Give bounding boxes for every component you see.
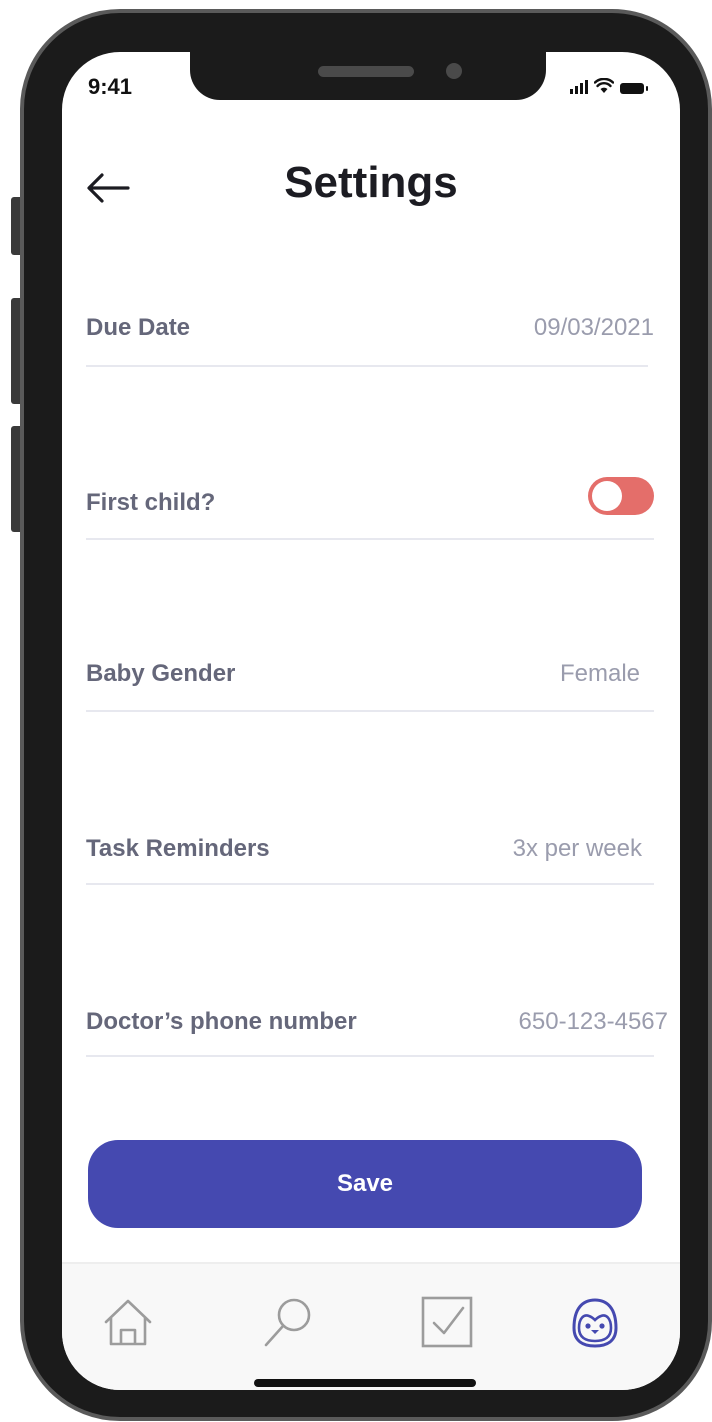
setting-label: Doctor’s phone number [86, 1008, 357, 1035]
battery-icon [620, 83, 648, 94]
app-screen: 9:41 Settings Due Date 09/03/2021 First … [62, 52, 680, 1390]
penguin-icon[interactable] [565, 1292, 625, 1352]
home-indicator[interactable] [254, 1379, 476, 1387]
setting-baby-gender[interactable]: Baby Gender Female [86, 660, 654, 700]
status-time: 9:41 [88, 74, 133, 99]
baby-gender-value[interactable]: Female [560, 660, 640, 688]
phone-notch [190, 52, 546, 100]
task-reminders-value[interactable]: 3x per week [513, 835, 642, 863]
search-icon[interactable] [258, 1292, 318, 1352]
setting-label: First child? [86, 489, 216, 516]
page-title: Settings [284, 158, 458, 207]
speaker-grille [318, 66, 414, 77]
front-camera [446, 63, 462, 79]
setting-due-date[interactable]: Due Date 09/03/2021 [86, 314, 654, 354]
setting-first-child: First child? [86, 477, 654, 529]
cellular-signal-icon [570, 80, 588, 94]
checkbox-icon[interactable] [417, 1292, 477, 1352]
tab-bar [62, 1262, 680, 1390]
setting-label: Baby Gender [86, 660, 236, 687]
doctor-phone-value[interactable]: 650-123-4567 [519, 1008, 668, 1036]
home-icon[interactable] [98, 1292, 158, 1352]
setting-label: Task Reminders [86, 835, 270, 862]
divider [86, 538, 654, 540]
divider [86, 365, 648, 367]
divider [86, 883, 654, 885]
setting-task-reminders[interactable]: Task Reminders 3x per week [86, 835, 654, 875]
divider [86, 1055, 654, 1057]
toggle-knob [592, 481, 622, 511]
wifi-icon [594, 78, 614, 93]
due-date-value[interactable]: 09/03/2021 [534, 314, 654, 342]
setting-label: Due Date [86, 314, 191, 341]
divider [86, 710, 654, 712]
first-child-toggle[interactable] [588, 477, 654, 515]
status-icons [570, 78, 648, 94]
setting-doctor-phone[interactable]: Doctor’s phone number 650-123-4567 [86, 1008, 668, 1048]
save-button[interactable]: Save [88, 1140, 642, 1228]
